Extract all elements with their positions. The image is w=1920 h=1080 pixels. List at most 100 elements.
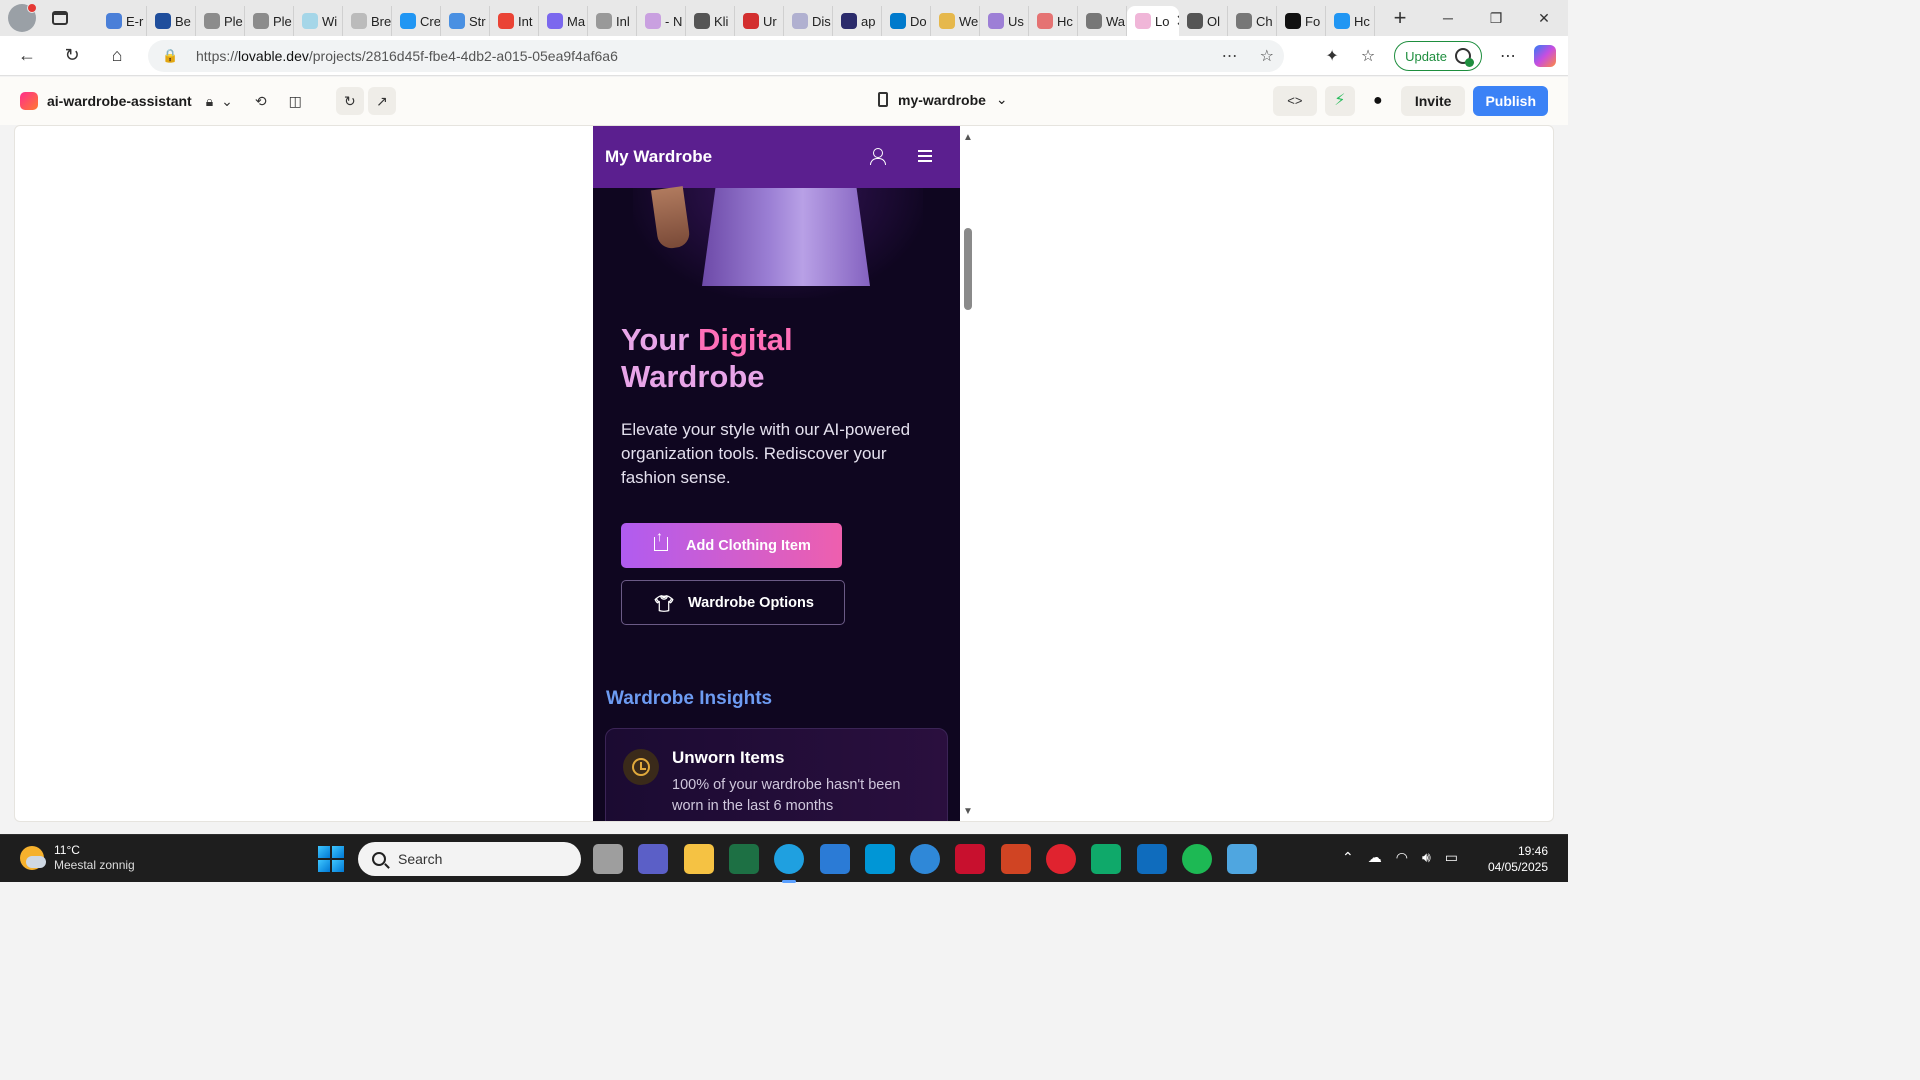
lock-icon[interactable]: 🔒︎ [206,93,213,110]
windows-start-icon[interactable] [318,846,344,872]
tab-item[interactable]: E-r [98,6,147,36]
folder-app-icon[interactable] [684,844,714,874]
preview-scrollbar[interactable]: ▲ ▼ [961,126,975,821]
store-app-icon[interactable] [820,844,850,874]
file-explorer-view-app-icon[interactable] [593,844,623,874]
scroll-down-icon[interactable]: ▼ [963,806,973,817]
battery-icon[interactable]: ▭ [1445,849,1458,866]
tab-item[interactable]: Cre [392,6,441,36]
add-clothing-item-button[interactable]: Add Clothing Item [621,523,842,568]
tab-item[interactable]: Wi [294,6,343,36]
tab-item[interactable]: Bre [343,6,392,36]
volume-icon[interactable]: 🔊︎ [1422,849,1431,866]
project-name[interactable]: ai-wardrobe-assistant [47,93,192,109]
tab-item[interactable]: Ol [1179,6,1228,36]
tab-item[interactable]: Ma [539,6,588,36]
new-tab-button[interactable]: + [1385,5,1415,31]
user-icon[interactable] [870,148,886,165]
url-path: /projects/2816d45f-fbe4-4db2-a015-05ea9f… [308,48,618,64]
tab-item[interactable]: - N [637,6,686,36]
teams-app-icon[interactable] [638,844,668,874]
chevron-down-icon[interactable]: ⌄ [221,93,233,110]
edge-app-icon[interactable] [774,844,804,883]
mcafee-app-icon[interactable] [955,844,985,874]
publish-button[interactable]: Publish [1473,86,1548,116]
tab-item[interactable]: Hc [1326,6,1375,36]
code-view-button[interactable]: <> [1272,86,1317,116]
update-button[interactable]: Update [1394,41,1482,71]
myhp-app-icon[interactable] [865,844,895,874]
tab-item[interactable]: Str [441,6,490,36]
tab-active[interactable]: Lo✕ [1127,6,1179,36]
tab-item[interactable]: Ch [1228,6,1277,36]
opera-app-icon[interactable] [1046,844,1076,874]
tab-item[interactable]: Us [980,6,1029,36]
tab-item[interactable]: Ur [735,6,784,36]
home-button[interactable]: ⌂ [99,40,135,72]
wifi-icon[interactable]: ◠ [1396,849,1408,866]
help-app-icon[interactable] [910,844,940,874]
wardrobe-options-button[interactable]: 👕︎ Wardrobe Options [621,580,845,625]
tab-item[interactable]: Ple [196,6,245,36]
tab-label: Wa [1106,13,1126,29]
sidebar-toggle-icon[interactable]: ◫ [289,93,302,110]
reload-button[interactable]: ↻ [54,40,90,72]
hamburger-menu-icon[interactable] [918,150,932,162]
lovable-logo-icon[interactable] [20,92,38,110]
refresh-preview-button[interactable]: ↻ [335,87,364,115]
tab-item[interactable]: We [931,6,980,36]
device-selector[interactable]: my-wardrobe ⌄ [878,91,1008,108]
tab-label: Str [469,13,486,29]
tab-item[interactable]: Do [882,6,931,36]
powerpoint-app-icon[interactable] [1001,844,1031,874]
add-clothing-item-label: Add Clothing Item [686,537,811,554]
spotify-app-icon[interactable] [1182,844,1212,874]
favorites-icon[interactable]: ☆ [1350,46,1386,66]
invite-button[interactable]: Invite [1400,86,1466,116]
tab-item[interactable]: Hc [1029,6,1078,36]
minimize-button[interactable]: ─ [1424,0,1472,36]
tab-item[interactable]: Kli [686,6,735,36]
tab-favicon-icon [1086,13,1102,29]
bing-app-icon[interactable] [1091,844,1121,874]
address-bar[interactable]: 🔒 https://lovable.dev/projects/2816d45f-… [148,40,1284,72]
back-button[interactable]: ← [9,40,45,72]
favorite-star-icon[interactable]: ☆ [1260,46,1274,66]
tab-item[interactable]: ap [833,6,882,36]
supabase-bolt-icon[interactable]: ⚡ [1324,86,1355,116]
taskbar-search[interactable]: Search [358,842,581,876]
taskbar-clock[interactable]: 19:46 04/05/2025 [1488,843,1548,875]
tab-item[interactable]: Wa [1078,6,1127,36]
unworn-items-card[interactable]: Unworn Items 100% of your wardrobe hasn'… [605,728,948,821]
scroll-thumb[interactable] [964,228,972,310]
more-options-icon[interactable]: ⋯ [1222,46,1238,66]
outlook-app-icon[interactable] [1137,844,1167,874]
tab-item[interactable]: Fo [1277,6,1326,36]
tab-item[interactable]: Ple [245,6,294,36]
tab-item[interactable]: Int [490,6,539,36]
profile-avatar-icon[interactable] [8,3,37,32]
chevron-up-icon[interactable]: ⌃ [1342,849,1354,866]
extensions-icon[interactable]: ✦ [1314,46,1350,66]
copilot-icon[interactable] [1534,45,1556,67]
tab-label: Ch [1256,13,1273,29]
tab-label: Ma [567,13,586,29]
tab-item[interactable]: Inl [588,6,637,36]
notepad-app-icon[interactable] [1227,844,1257,874]
excel-app-icon[interactable] [729,844,759,874]
wardrobe-options-label: Wardrobe Options [688,594,814,611]
github-icon[interactable]: ● [1363,86,1393,116]
settings-menu-icon[interactable]: ⋯ [1490,46,1526,66]
tab-actions-icon[interactable] [46,4,74,32]
weather-widget[interactable]: 11°C Meestal zonnig [20,843,135,873]
scroll-up-icon[interactable]: ▲ [963,132,973,143]
restore-button[interactable]: ❐ [1472,0,1520,36]
close-window-button[interactable]: ✕ [1520,0,1568,36]
onedrive-cloud-icon[interactable]: ☁ [1368,849,1382,866]
site-info-icon[interactable]: 🔒 [162,48,182,64]
open-external-button[interactable]: ↗ [367,87,396,115]
tab-item[interactable]: Dis [784,6,833,36]
tab-item[interactable]: Be [147,6,196,36]
history-icon[interactable]: ⟲ [255,93,267,110]
tab-favicon-icon [1334,13,1350,29]
